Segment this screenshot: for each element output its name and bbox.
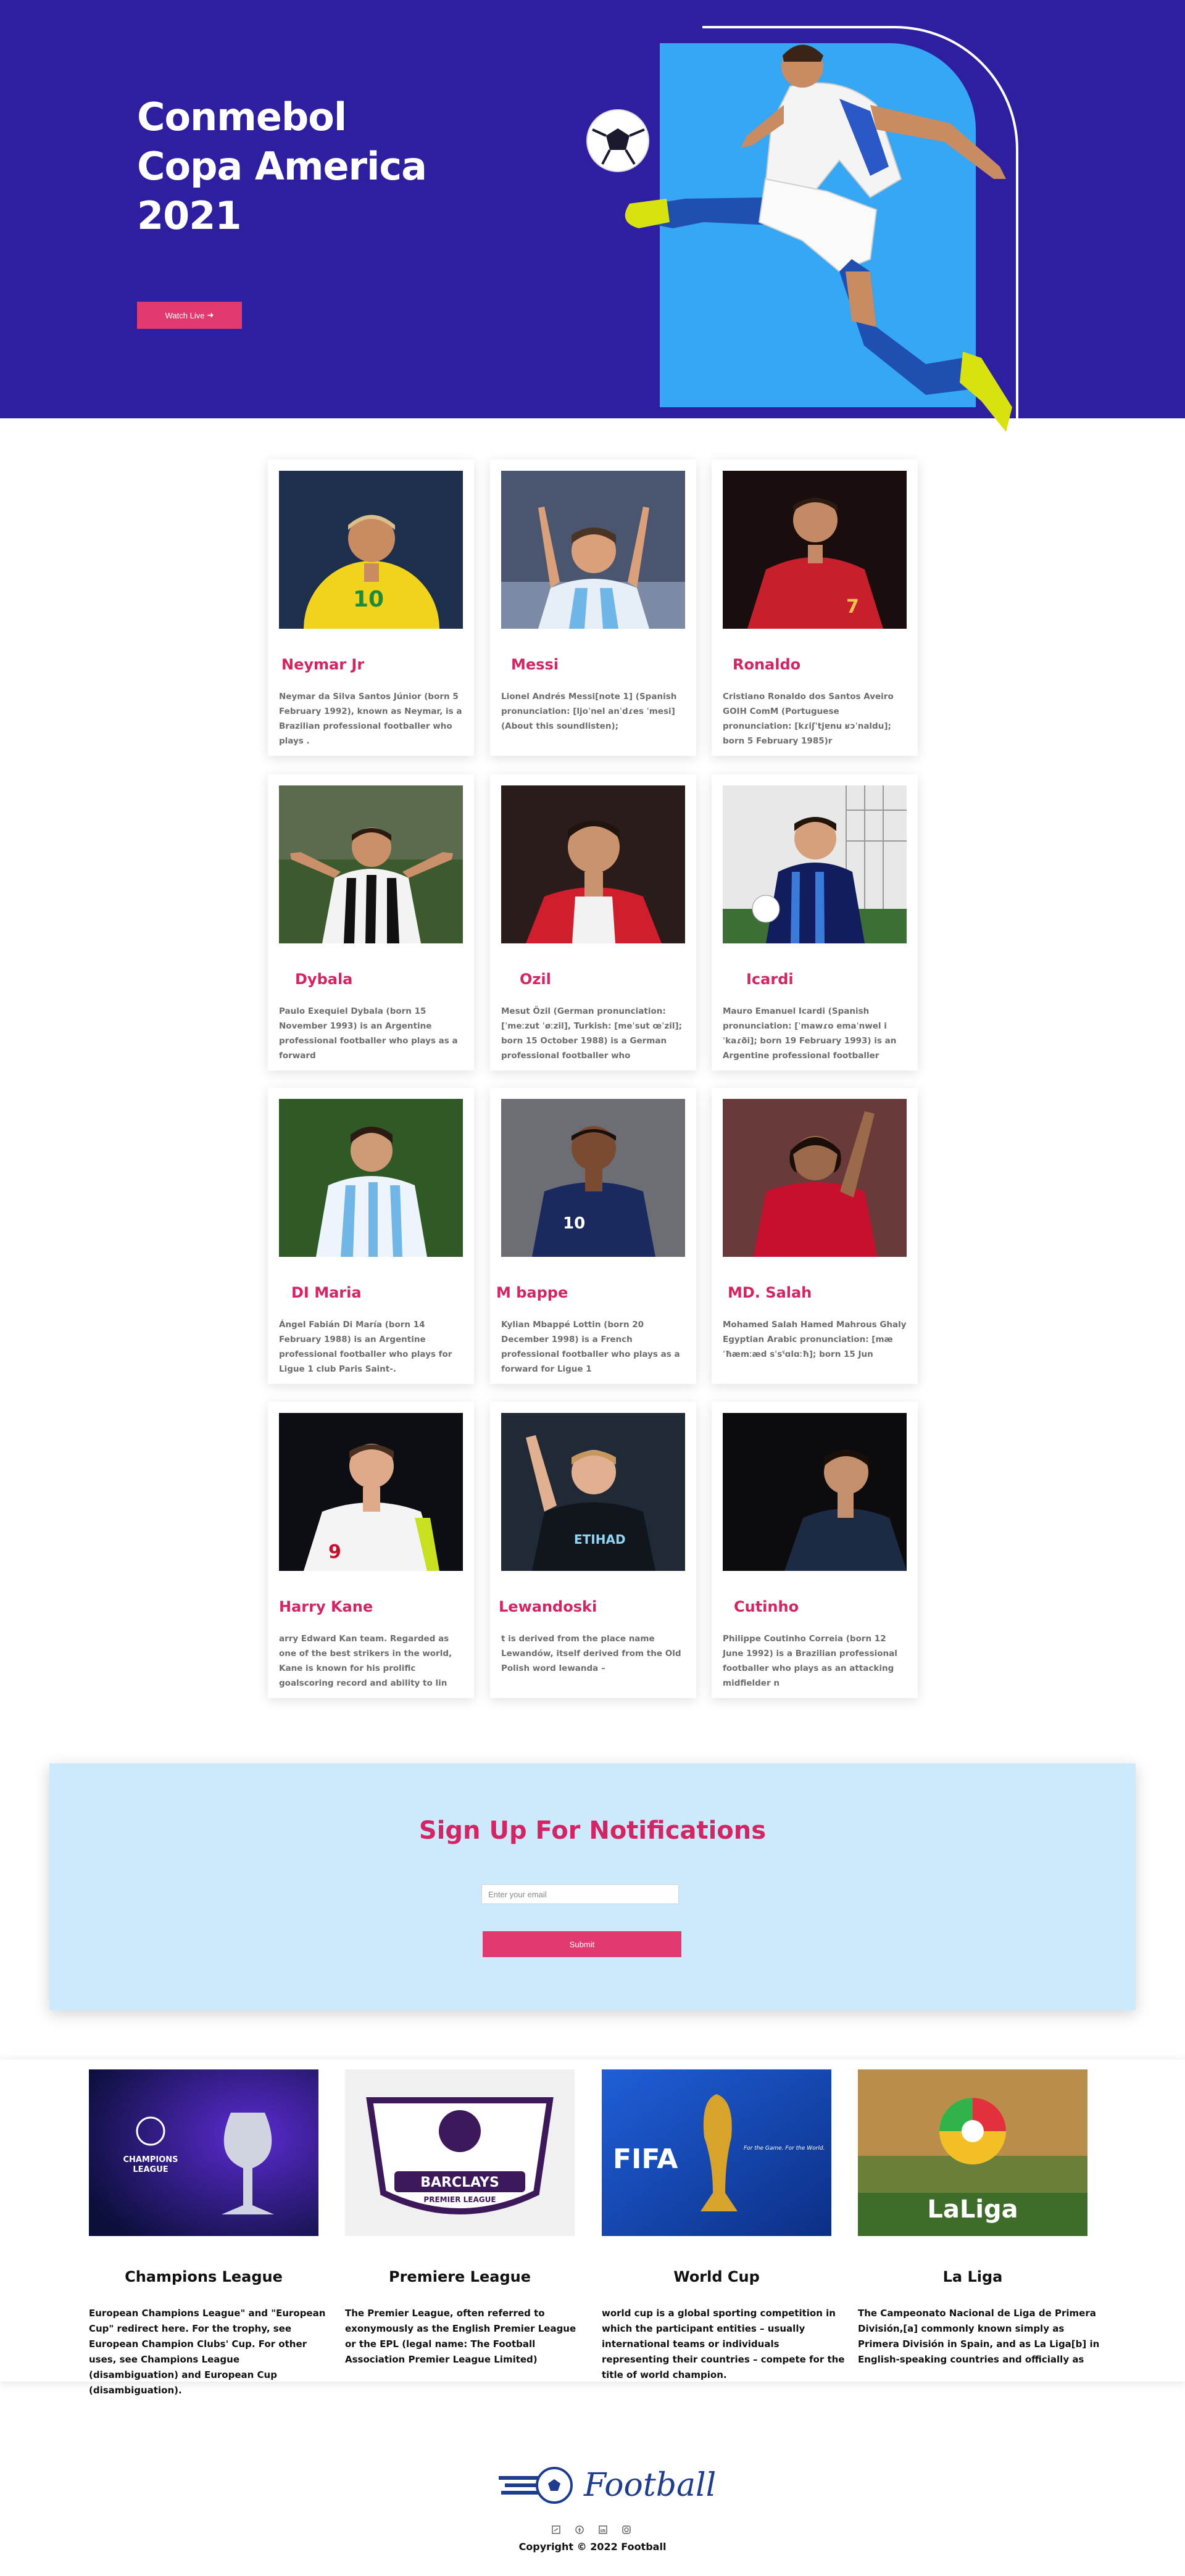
svg-text:CHAMPIONS: CHAMPIONS (123, 2155, 178, 2164)
facebook-icon[interactable] (575, 2525, 584, 2534)
watch-live-button[interactable]: Watch Live ➜ (137, 302, 242, 329)
twitter-icon[interactable] (552, 2525, 560, 2534)
footballer-illustration (586, 44, 1012, 432)
hero-banner: Conmebol Copa America 2021 Watch Live ➜ (0, 0, 1185, 432)
svg-text:PREMIER LEAGUE: PREMIER LEAGUE (423, 2195, 496, 2204)
player-name: DI Maria (291, 1284, 362, 1301)
player-description: Kylian Mbappé Lottin (born 20 December 1… (501, 1320, 680, 1374)
player-name: Icardi (746, 971, 794, 988)
svg-text:7: 7 (846, 596, 859, 618)
hero-title-line-1: Conmebol (137, 94, 347, 139)
svg-text:9: 9 (328, 1541, 341, 1563)
signup-panel: Sign Up For Notifications Submit (49, 1763, 1136, 2010)
player-card[interactable]: 10 Neymar Jr Neymar da Silva Santos Júni… (268, 460, 474, 756)
svg-text:FIFA: FIFA (613, 2143, 678, 2175)
league-image: LaLiga (858, 2069, 1087, 2236)
player-description: Mauro Emanuel Icardi (Spanish pronunciat… (723, 1006, 897, 1061)
player-name: Harry Kane (279, 1598, 373, 1615)
instagram-icon[interactable] (622, 2525, 631, 2534)
player-name: Cutinho (734, 1598, 799, 1615)
league-description: world cup is a global sporting competiti… (602, 2308, 845, 2380)
email-field[interactable] (481, 1884, 679, 1904)
svg-text:BARCLAYS: BARCLAYS (420, 2175, 499, 2190)
player-name: M bappe (496, 1284, 568, 1301)
league-title: Premiere League (389, 2268, 531, 2285)
football-logo-icon (499, 2467, 573, 2504)
player-photo: 7 (723, 471, 907, 629)
svg-text:LEAGUE: LEAGUE (133, 2165, 168, 2174)
league-title: La Liga (942, 2268, 1003, 2285)
svg-text:10: 10 (563, 1214, 585, 1233)
player-card[interactable]: 9 Harry Kane arry Edward Kan team. Regar… (268, 1402, 474, 1698)
player-photo (723, 1413, 907, 1571)
player-description: Ángel Fabián Di María (born 14 February … (279, 1320, 452, 1374)
social-links (552, 2525, 631, 2534)
hero-title-line-3: 2021 (137, 193, 242, 238)
league-description: European Champions League" and "European… (89, 2308, 326, 2396)
svg-text:For the Game. For the World.: For the Game. For the World. (744, 2145, 825, 2151)
player-name: Lewandoski (499, 1598, 597, 1615)
player-card[interactable]: ETIHAD Lewandoski t is derived from the … (490, 1402, 696, 1698)
player-photo: 10 (279, 471, 463, 629)
submit-button[interactable]: Submit (483, 1931, 681, 1957)
player-photo: ETIHAD (501, 1413, 685, 1571)
player-photo: 10 (501, 1099, 685, 1257)
player-photo (723, 1099, 907, 1257)
league-title: World Cup (673, 2268, 760, 2285)
watch-live-label: Watch Live (165, 310, 205, 320)
player-name: Messi (511, 656, 559, 673)
player-photo (279, 785, 463, 943)
player-card[interactable]: Messi Lionel Andrés Messi[note 1] (Spani… (490, 460, 696, 756)
player-card[interactable]: DI Maria Ángel Fabián Di María (born 14 … (268, 1088, 474, 1384)
player-description: arry Edward Kan team. Regarded as one of… (279, 1634, 452, 1688)
player-description: Neymar da Silva Santos Júnior (born 5 Fe… (279, 692, 462, 746)
svg-text:10: 10 (353, 587, 384, 612)
linkedin-icon[interactable] (599, 2525, 607, 2534)
footer-logo[interactable]: Football (493, 2461, 716, 2510)
player-description: Cristiano Ronaldo dos Santos Aveiro GOIH… (723, 692, 894, 746)
player-card[interactable]: 10 M bappe Kylian Mbappé Lottin (born 20… (490, 1088, 696, 1384)
player-description: t is derived from the place name Lewandó… (501, 1634, 681, 1673)
player-photo (501, 785, 685, 943)
league-title: Champions League (125, 2268, 283, 2285)
leagues-section: CHAMPIONS LEAGUE Champions League Europe… (0, 2060, 1185, 2396)
hero-title-line-2: Copa America (137, 144, 427, 189)
player-name: Neymar Jr (281, 656, 365, 673)
player-photo: 9 (279, 1413, 463, 1571)
player-name: Dybala (295, 971, 353, 988)
league-description: The Premier League, often referred to ex… (345, 2308, 576, 2365)
player-card[interactable]: Dybala Paulo Exequiel Dybala (born 15 No… (268, 774, 474, 1071)
copyright-text: Copyright © 2022 Football (518, 2541, 667, 2553)
league-image: FIFA For the Game. For the World. (602, 2069, 831, 2236)
league-description: The Campeonato Nacional de Liga de Prime… (858, 2308, 1100, 2365)
league-image: BARCLAYS PREMIER LEAGUE (345, 2069, 575, 2236)
player-card[interactable]: 7 Ronaldo Cristiano Ronaldo dos Santos A… (712, 460, 918, 756)
svg-text:LaLiga: LaLiga (927, 2195, 1018, 2224)
player-description: Lionel Andrés Messi[note 1] (Spanish pro… (501, 692, 677, 731)
player-card[interactable]: MD. Salah Mohamed Salah Hamed Mahrous Gh… (712, 1088, 918, 1384)
player-card[interactable]: Icardi Mauro Emanuel Icardi (Spanish pro… (712, 774, 918, 1071)
hero-title: Conmebol Copa America 2021 (137, 93, 507, 241)
player-description: Paulo Exequiel Dybala (born 15 November … (279, 1006, 458, 1061)
player-photo (279, 1099, 463, 1257)
football-icon (586, 109, 649, 172)
signup-title: Sign Up For Notifications (418, 1816, 767, 1845)
player-photo (723, 785, 907, 943)
player-name: Ronaldo (733, 656, 801, 673)
league-image: CHAMPIONS LEAGUE (89, 2069, 318, 2236)
footer-brand: Football (584, 2467, 717, 2504)
player-description: Mesut Özil (German pronunciation: [ˈmeːz… (501, 1006, 683, 1061)
player-name: Ozil (520, 971, 551, 988)
player-photo (501, 471, 685, 629)
player-name: MD. Salah (728, 1284, 812, 1301)
svg-text:ETIHAD: ETIHAD (574, 1532, 626, 1547)
player-description: Mohamed Salah Hamed Mahrous Ghaly Egypti… (723, 1320, 907, 1359)
player-card[interactable]: Cutinho Philippe Coutinho Correia (born … (712, 1402, 918, 1698)
player-card[interactable]: Ozil Mesut Özil (German pronunciation: [… (490, 774, 696, 1071)
player-description: Philippe Coutinho Correia (born 12 June … (723, 1634, 897, 1688)
arrow-right-icon: ➜ (207, 310, 214, 320)
